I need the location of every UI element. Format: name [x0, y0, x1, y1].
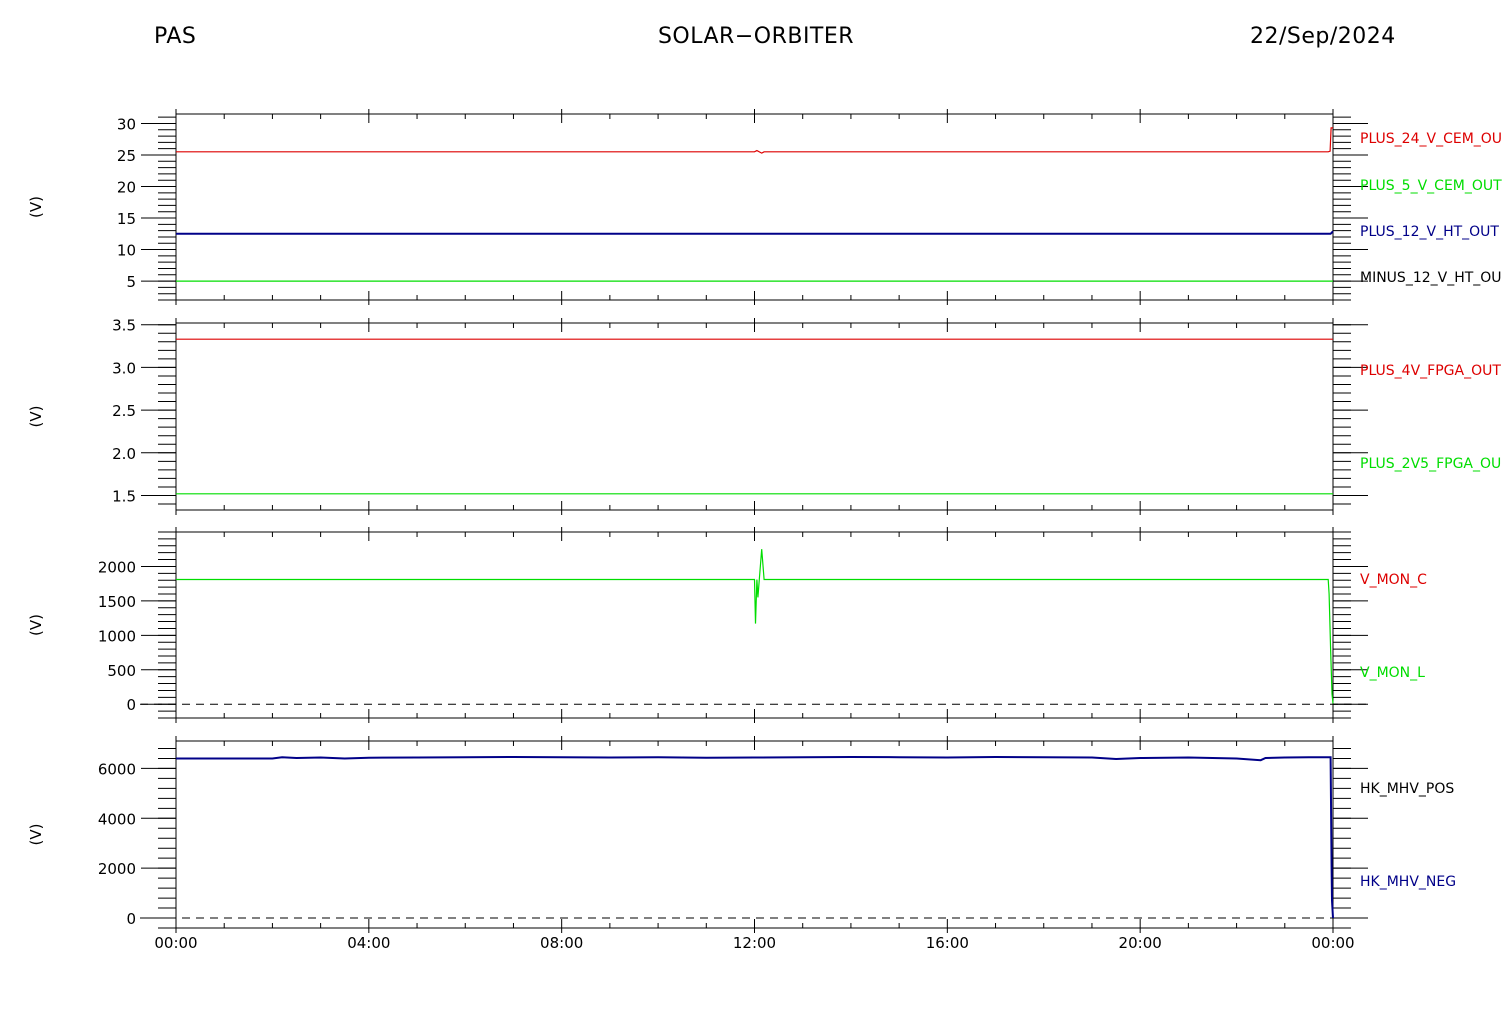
y-tick-label: 1000 [98, 627, 136, 645]
y-tick-label: 4000 [98, 810, 136, 828]
x-tick-label: 04:00 [347, 934, 390, 952]
y-tick-label: 2000 [98, 558, 136, 576]
series-line-v-mon-l [176, 549, 1334, 704]
legend-label: V_MON_L [1360, 665, 1425, 681]
legend-label: PLUS_2V5_FPGA_OU [1360, 456, 1501, 472]
y-tick-label: 15 [117, 210, 136, 228]
y-tick-label: 6000 [98, 760, 136, 778]
series-line-plus-24-v-cem-out [176, 127, 1333, 154]
y-tick-label: 30 [117, 115, 136, 133]
series-line-plus-12-v-ht-out [176, 230, 1334, 235]
y-tick-label: 1.5 [112, 487, 136, 505]
legend-label: PLUS_5_V_CEM_OUT [1360, 178, 1502, 194]
y-tick-label: 1500 [98, 593, 136, 611]
x-tick-label: 16:00 [926, 934, 969, 952]
legend-label: V_MON_C [1360, 572, 1427, 588]
y-tick-label: 3.5 [112, 317, 136, 335]
y-tick-label: 2.0 [112, 445, 136, 463]
x-tick-label: 12:00 [733, 934, 776, 952]
panel-3: 0 500 1000 1500 2000 (V) V_MON_C V_MON_L [27, 527, 1427, 723]
x-tick-label: 20:00 [1119, 934, 1162, 952]
y-tick-label: 20 [117, 179, 136, 197]
y-tick-label: 0 [126, 696, 136, 714]
x-tick-label: 00:00 [154, 934, 197, 952]
y-axis-label: (V) [27, 406, 45, 428]
y-tick-label: 5 [126, 273, 136, 291]
voltage-plots: 5 10 15 20 25 30 (V) PLUS_24_V_CEM_OU PLUS_5_V_C… [27, 109, 1502, 952]
x-tick-label: 00:00 [1311, 934, 1354, 952]
y-tick-label: 25 [117, 147, 136, 165]
legend-label: PLUS_4V_FPGA_OUT [1360, 363, 1501, 379]
plot-frame [175, 113, 1334, 301]
y-tick-label: 3.0 [112, 359, 136, 377]
plot-frame [175, 531, 1334, 719]
panel-2: 1.5 2.0 2.5 3.0 3.5 (V) PLUS_4V_FPGA_OUT PLUS_2… [27, 317, 1501, 515]
series-line-hk-mhv-neg [176, 755, 1334, 919]
y-axis-label: (V) [27, 614, 45, 636]
y-tick-label: 0 [126, 910, 136, 928]
plot-frame [175, 322, 1334, 511]
y-axis-label: (V) [27, 824, 45, 846]
legend-label: PLUS_12_V_HT_OUT [1360, 224, 1499, 240]
legend-label: HK_MHV_NEG [1360, 874, 1456, 890]
legend-label: MINUS_12_V_HT_OU [1360, 270, 1502, 286]
panel-4: 0 2000 4000 6000 (V) HK_MHV_POS HK_MHV_NEG [27, 736, 1456, 933]
panel-1: 5 10 15 20 25 30 (V) PLUS_24_V_CEM_OU PLUS_5_V_C… [27, 109, 1502, 305]
y-tick-label: 10 [117, 242, 136, 260]
y-tick-label: 500 [107, 662, 136, 680]
plot-frame [175, 740, 1334, 929]
y-axis-label: (V) [27, 196, 45, 218]
legend-label: PLUS_24_V_CEM_OU [1360, 131, 1502, 147]
x-tick-label: 08:00 [540, 934, 583, 952]
y-tick-label: 2.5 [112, 402, 136, 420]
legend-label: HK_MHV_POS [1360, 781, 1454, 797]
y-tick-label: 2000 [98, 860, 136, 878]
